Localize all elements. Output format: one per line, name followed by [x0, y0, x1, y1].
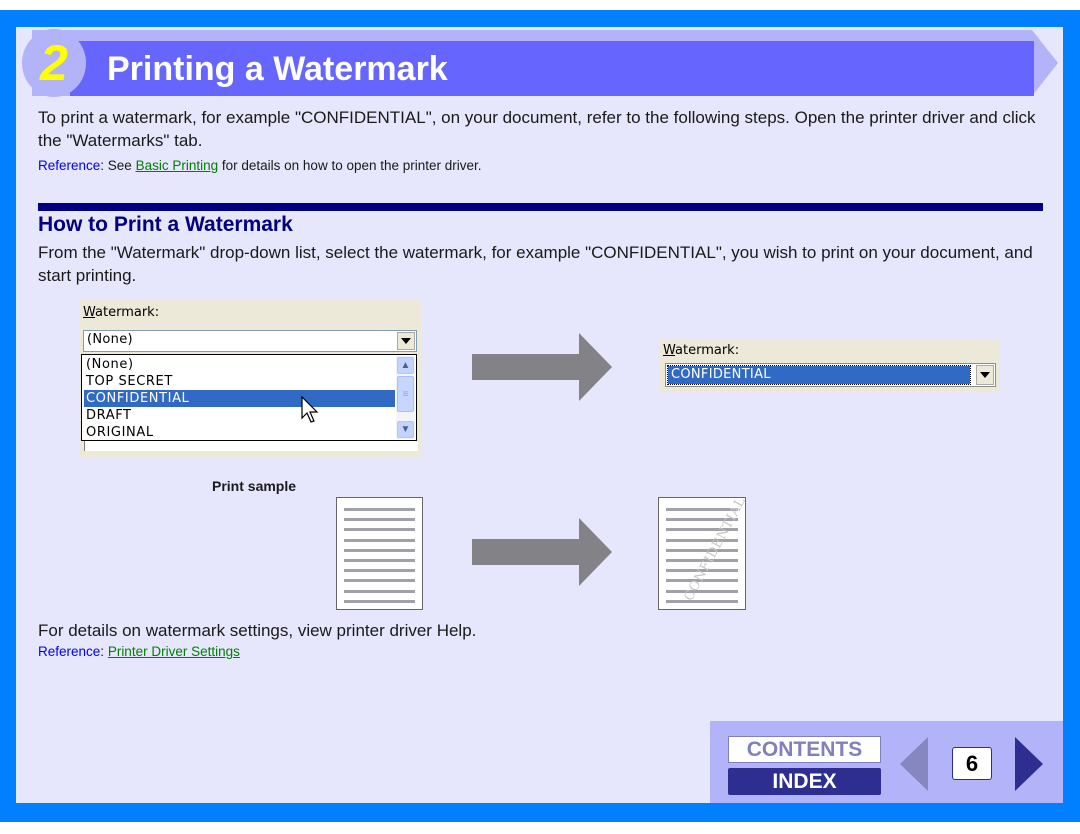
intro-paragraph: To print a watermark, for example "CONFI…	[38, 108, 1036, 150]
text-line	[344, 599, 415, 603]
page-number: 6	[952, 747, 992, 780]
sample-page-plain	[336, 497, 423, 610]
label-accelerator: W	[83, 305, 96, 320]
list-bottom-edge	[84, 441, 418, 451]
chevron-down-icon	[401, 338, 411, 344]
section-paragraph: From the "Watermark" drop-down list, sel…	[38, 243, 1033, 285]
text-line	[344, 548, 415, 552]
footer-paragraph: For details on watermark settings, view …	[38, 621, 477, 640]
watermark-label: Watermark:	[83, 305, 159, 320]
intro-reference: Reference: See Basic Printing for detail…	[38, 158, 482, 173]
chevron-down-icon	[980, 372, 990, 378]
previous-page-icon[interactable]	[900, 737, 928, 791]
option-top-secret[interactable]: TOP SECRET	[84, 373, 395, 390]
text-line	[344, 579, 415, 583]
watermark-dialog-after: Watermark: CONFIDENTIAL	[659, 340, 1000, 392]
sample-page-watermarked: CONFIDENTIAL	[658, 495, 749, 610]
watermark-options-list[interactable]: (None) TOP SECRET CONFIDENTIAL DRAFT ORI…	[81, 354, 417, 441]
scroll-down-icon[interactable]: ▼	[397, 421, 414, 438]
next-page-icon[interactable]	[1015, 737, 1043, 791]
label-text: atermark:	[95, 305, 160, 320]
selected-value: CONFIDENTIAL	[671, 367, 771, 382]
basic-printing-link[interactable]: Basic Printing	[136, 158, 219, 173]
text-line	[344, 518, 415, 522]
print-sample-label: Print sample	[212, 478, 297, 494]
printer-driver-settings-link[interactable]: Printer Driver Settings	[108, 644, 240, 659]
text-line	[666, 548, 738, 552]
text-line	[344, 569, 415, 573]
reference-label: Reference:	[38, 158, 105, 173]
text-line	[344, 528, 415, 532]
dropdown-button[interactable]	[976, 365, 994, 385]
option-confidential[interactable]: CONFIDENTIAL	[84, 390, 395, 407]
scroll-up-icon[interactable]: ▲	[397, 357, 414, 374]
option-none[interactable]: (None)	[84, 356, 395, 373]
step-number: 2	[40, 35, 68, 91]
scroll-thumb[interactable]: ≡	[397, 376, 414, 412]
text-line	[666, 599, 738, 603]
text-line	[344, 508, 415, 511]
text-line	[344, 538, 415, 542]
label-text: atermark:	[675, 343, 740, 358]
dropdown-button[interactable]	[397, 332, 415, 350]
selected-value: (None)	[87, 332, 133, 347]
right-arrow-icon	[472, 333, 612, 401]
page-title: Printing a Watermark	[107, 50, 448, 88]
section-heading: How to Print a Watermark	[38, 213, 293, 236]
reference-label: Reference:	[38, 644, 105, 659]
section-divider	[38, 203, 1043, 211]
list-scrollbar[interactable]: ▲ ≡ ▼	[396, 356, 415, 439]
title-banner-tip	[1032, 30, 1058, 96]
watermark-select-after[interactable]: CONFIDENTIAL	[665, 363, 996, 387]
footer-reference: Reference: Printer Driver Settings	[38, 644, 240, 659]
mouse-cursor-icon	[301, 396, 319, 423]
reference-pre: See	[104, 158, 136, 173]
watermark-label: Watermark:	[663, 343, 739, 358]
label-accelerator: W	[663, 343, 676, 358]
right-arrow-icon	[472, 518, 612, 586]
option-original[interactable]: ORIGINAL	[84, 424, 395, 440]
index-button[interactable]: INDEX	[728, 768, 881, 795]
reference-post: for details on how to open the printer d…	[218, 158, 482, 173]
watermark-select-before[interactable]: (None)	[83, 330, 417, 352]
contents-button[interactable]: CONTENTS	[728, 736, 881, 763]
option-draft[interactable]: DRAFT	[84, 407, 395, 424]
text-line	[344, 559, 415, 562]
text-line	[344, 589, 415, 593]
